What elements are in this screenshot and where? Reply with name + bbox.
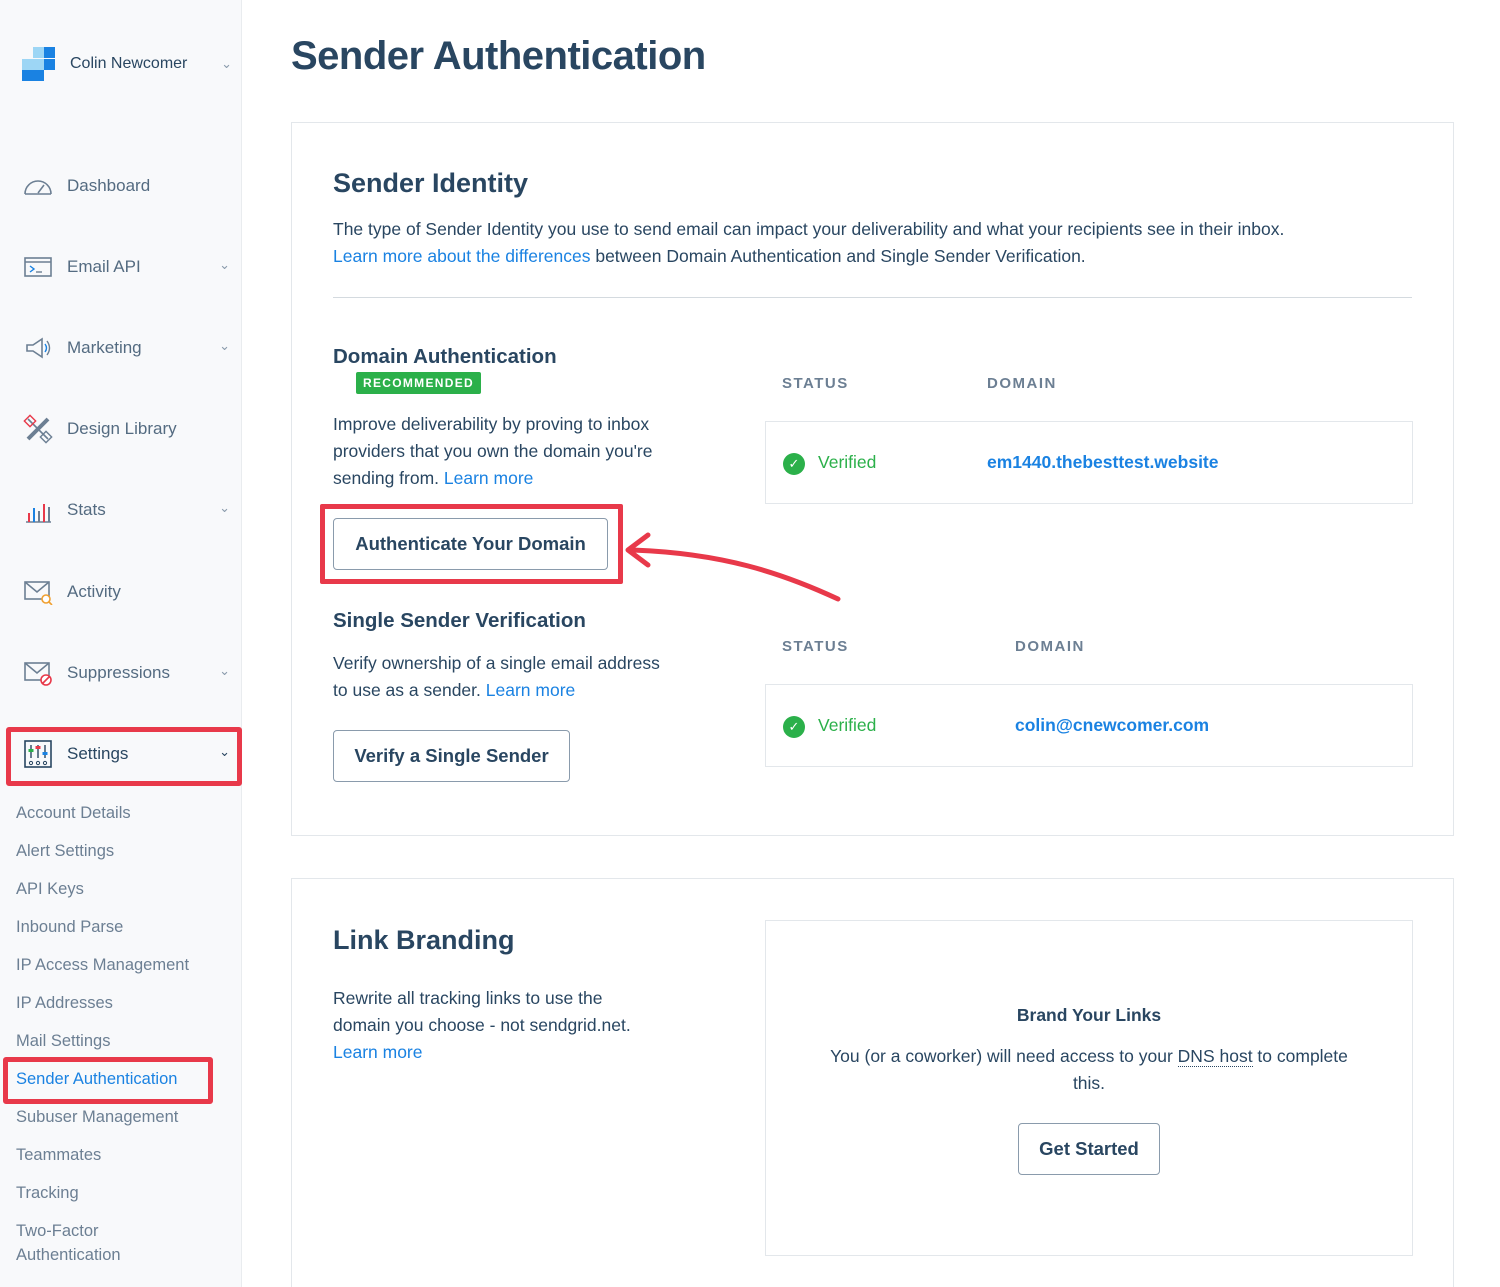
status-column-header: STATUS [782, 638, 849, 655]
sidebar-item-label: Suppressions [67, 663, 234, 683]
chevron-down-icon: ⌄ [221, 56, 232, 72]
sidebar-item-label: Stats [67, 500, 234, 520]
desc-line: to use as a sender. [333, 680, 481, 700]
authenticated-domain-link[interactable]: em1440.thebesttest.website [987, 452, 1219, 473]
settings-sub-teammates[interactable]: Teammates [16, 1146, 101, 1165]
domain-auth-description: Improve deliverability by proving to inb… [333, 411, 713, 492]
sidebar-item-label: Dashboard [67, 176, 234, 196]
sidebar-item-dashboard[interactable]: Dashboard [22, 166, 234, 206]
brand-your-links-panel: Brand Your Links You (or a coworker) wil… [765, 920, 1413, 1256]
desc-line: Rewrite all tracking links to use the [333, 985, 713, 1012]
chevron-down-icon: ⌄ [219, 500, 230, 516]
sender-identity-description: The type of Sender Identity you use to s… [333, 216, 1413, 270]
check-circle-icon: ✓ [783, 716, 805, 738]
sidebar-item-label: Marketing [67, 338, 234, 358]
link-branding-card: Link Branding Rewrite all tracking links… [291, 878, 1454, 1287]
sidebar-item-design-library[interactable]: Design Library [22, 409, 234, 449]
account-switcher[interactable]: Colin Newcomer ⌄ [22, 46, 232, 82]
sender-identity-title: Sender Identity [333, 168, 528, 199]
envelope-search-icon [22, 576, 54, 608]
sub-item-line: Two-Factor [16, 1219, 121, 1243]
sidebar-item-suppressions[interactable]: Suppressions ⌄ [22, 653, 234, 693]
domain-auth-learn-more-link[interactable]: Learn more [444, 468, 534, 488]
divider [333, 297, 1412, 298]
sidebar: Colin Newcomer ⌄ Dashboard Email API ⌄ M… [0, 0, 242, 1287]
sidebar-item-label: Activity [67, 582, 234, 602]
annotation-arrow-icon [612, 523, 852, 613]
recommended-badge: RECOMMENDED [356, 374, 481, 392]
sidebar-item-activity[interactable]: Activity [22, 572, 234, 612]
badge-label: RECOMMENDED [356, 372, 481, 394]
description-suffix: between Domain Authentication and Single… [590, 246, 1085, 266]
chevron-down-icon: ⌄ [219, 663, 230, 679]
desc-line: sending from. [333, 468, 439, 488]
desc-line: Improve deliverability by proving to inb… [333, 411, 713, 438]
dns-host-tooltip[interactable]: DNS host [1178, 1046, 1253, 1067]
sidebar-item-email-api[interactable]: Email API ⌄ [22, 247, 234, 287]
domain-auth-title: Domain Authentication [333, 345, 557, 369]
text-part: this. [786, 1070, 1392, 1097]
sender-identity-card: Sender Identity The type of Sender Ident… [291, 122, 1454, 836]
settings-sub-api-keys[interactable]: API Keys [16, 880, 84, 899]
text-part: to complete [1253, 1046, 1348, 1066]
settings-sub-inbound-parse[interactable]: Inbound Parse [16, 918, 123, 937]
settings-sub-alert-settings[interactable]: Alert Settings [16, 842, 114, 861]
megaphone-icon [22, 332, 54, 364]
authenticate-button-highlight [320, 504, 623, 584]
get-started-button[interactable]: Get Started [1018, 1123, 1160, 1175]
bar-chart-icon [22, 494, 54, 526]
sendgrid-logo-icon [22, 47, 56, 81]
pencil-ruler-icon [22, 413, 54, 445]
learn-more-differences-link[interactable]: Learn more about the differences [333, 246, 590, 266]
sender-email-link[interactable]: colin@cnewcomer.com [1015, 715, 1209, 736]
terminal-icon [22, 251, 54, 283]
settings-sub-two-factor-authentication[interactable]: Two-Factor Authentication [16, 1219, 121, 1267]
settings-sub-subuser-management[interactable]: Subuser Management [16, 1108, 178, 1127]
link-branding-learn-more-link[interactable]: Learn more [333, 1039, 713, 1066]
status-verified: Verified [818, 452, 876, 473]
verify-single-sender-button[interactable]: Verify a Single Sender [333, 730, 570, 782]
single-sender-learn-more-link[interactable]: Learn more [486, 680, 576, 700]
settings-sub-tracking[interactable]: Tracking [16, 1184, 79, 1203]
desc-line: Verify ownership of a single email addre… [333, 650, 723, 677]
settings-sub-ip-access-management[interactable]: IP Access Management [16, 956, 189, 975]
sub-item-line: Authentication [16, 1243, 121, 1267]
status-column-header: STATUS [782, 375, 849, 392]
sidebar-item-label: Email API [67, 257, 234, 277]
link-branding-title: Link Branding [333, 925, 515, 956]
brand-your-links-title: Brand Your Links [766, 1005, 1412, 1026]
sidebar-item-stats[interactable]: Stats ⌄ [22, 490, 234, 530]
desc-line: providers that you own the domain you're [333, 438, 713, 465]
settings-sub-account-details[interactable]: Account Details [16, 804, 131, 823]
settings-sub-mail-settings[interactable]: Mail Settings [16, 1032, 110, 1051]
domain-column-header: DOMAIN [987, 375, 1057, 392]
domain-column-header: DOMAIN [1015, 638, 1085, 655]
description-text: The type of Sender Identity you use to s… [333, 219, 1284, 239]
settings-sub-ip-addresses[interactable]: IP Addresses [16, 994, 113, 1013]
chevron-down-icon: ⌄ [219, 338, 230, 354]
domain-auth-status-row: ✓ Verified em1440.thebesttest.website [765, 421, 1413, 504]
settings-highlight [6, 727, 242, 786]
gauge-icon [22, 170, 54, 202]
brand-your-links-text: You (or a coworker) will need access to … [786, 1043, 1392, 1097]
sidebar-item-marketing[interactable]: Marketing ⌄ [22, 328, 234, 368]
single-sender-title: Single Sender Verification [333, 609, 586, 633]
account-name: Colin Newcomer [70, 55, 221, 73]
single-sender-description: Verify ownership of a single email addre… [333, 650, 723, 704]
chevron-down-icon: ⌄ [219, 257, 230, 273]
check-circle-icon: ✓ [783, 453, 805, 475]
envelope-blocked-icon [22, 657, 54, 689]
link-branding-description: Rewrite all tracking links to use the do… [333, 985, 713, 1066]
text-part: You (or a coworker) will need access to … [830, 1046, 1178, 1066]
sidebar-item-label: Design Library [67, 419, 234, 439]
desc-line: domain you choose - not sendgrid.net. [333, 1012, 713, 1039]
sender-authentication-highlight [3, 1057, 213, 1104]
single-sender-status-row: ✓ Verified colin@cnewcomer.com [765, 684, 1413, 767]
status-verified: Verified [818, 715, 876, 736]
page-title: Sender Authentication [291, 34, 706, 79]
